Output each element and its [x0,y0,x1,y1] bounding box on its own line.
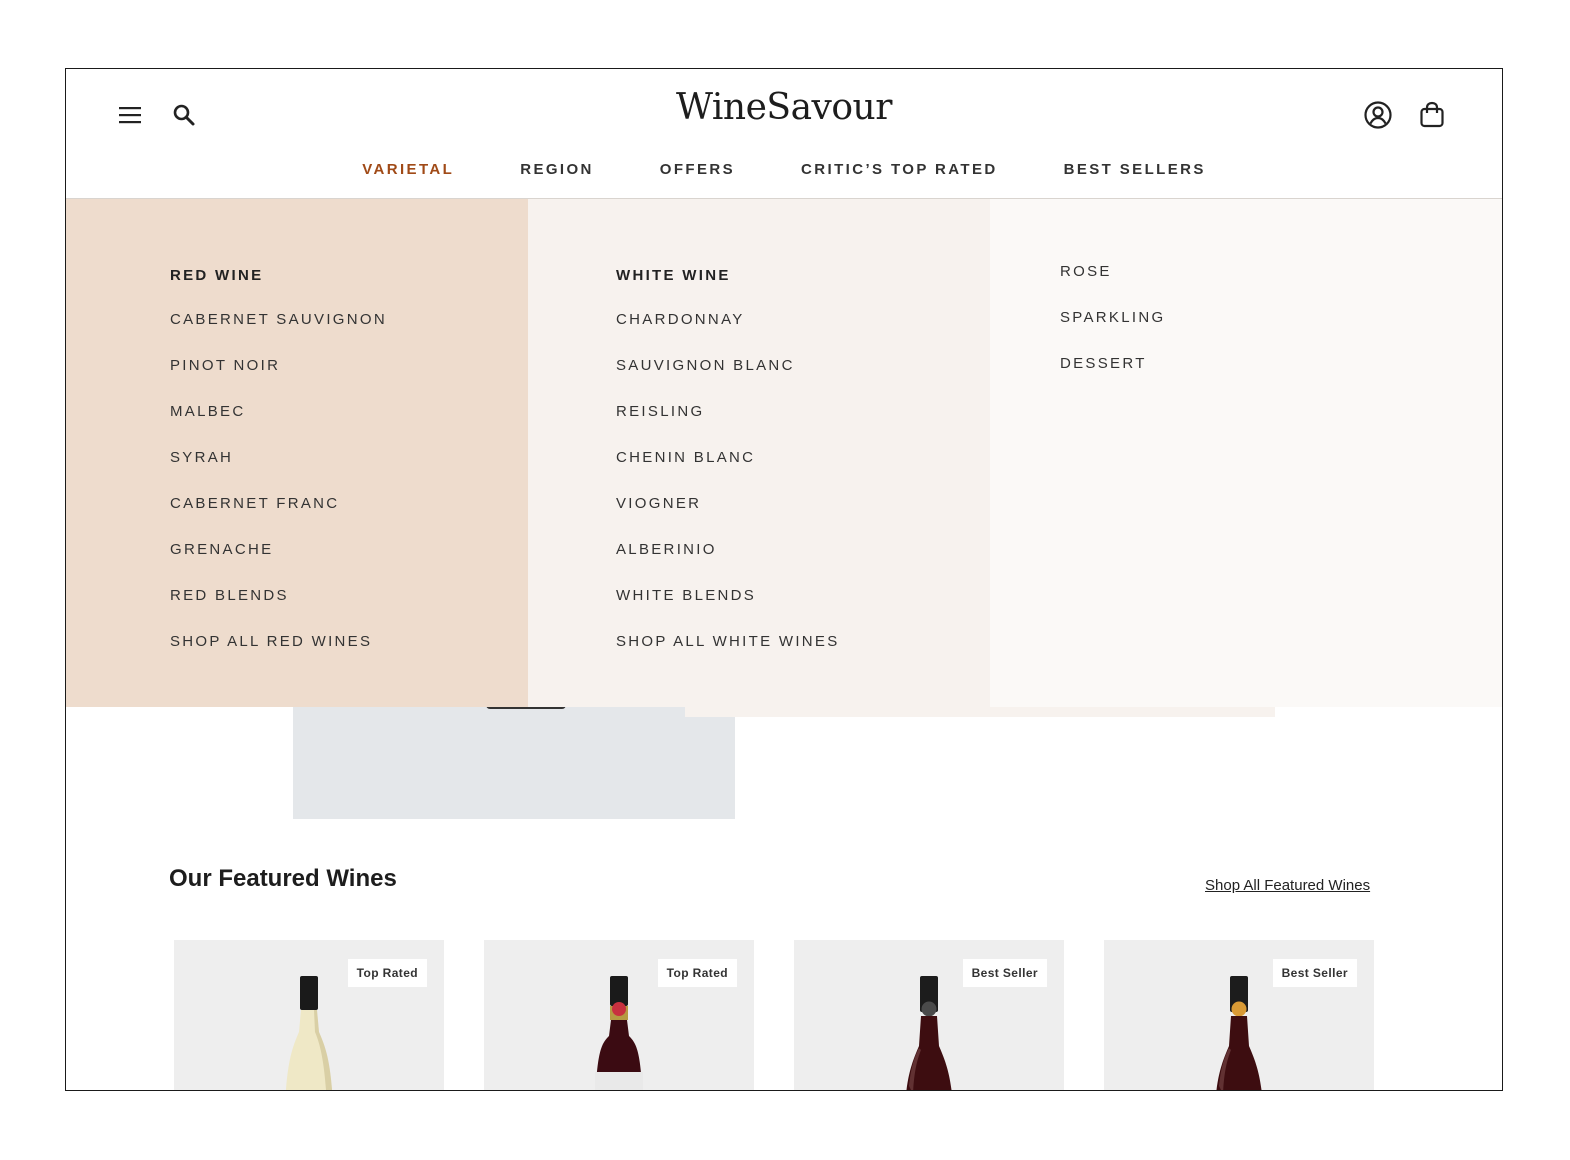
product-card[interactable]: Best Seller [794,940,1064,1090]
other-wine-list: ROSE SPARKLING DESSERT [1060,261,1165,399]
featured-wine-cards: Top Rated Top Rated Best Seller Best Sel… [174,940,1374,1090]
account-icon [1364,101,1392,129]
menu-item-sauvignon-blanc[interactable]: SAUVIGNON BLANC [616,355,840,401]
menu-item-shop-all-white[interactable]: SHOP ALL WHITE WINES [616,631,840,677]
red-wine-bottle-icon [1216,976,1262,1090]
nav-item-region[interactable]: REGION [487,161,627,178]
red-wine-bottle-icon [595,976,643,1090]
browser-frame: WineSavour VARIETAL REGION OFFERS CRITIC… [65,68,1503,1091]
site-header: WineSavour VARIETAL REGION OFFERS CRITIC… [66,69,1502,199]
menu-item-cabernet-franc[interactable]: CABERNET FRANC [170,493,387,539]
account-button[interactable] [1362,99,1394,131]
featured-wines-title: Our Featured Wines [169,865,397,892]
menu-item-reisling[interactable]: REISLING [616,401,840,447]
bag-button[interactable] [1416,99,1448,131]
menu-item-malbec[interactable]: MALBEC [170,401,387,447]
menu-item-red-blends[interactable]: RED BLENDS [170,585,387,631]
other-wine-column: ROSE SPARKLING DESSERT [990,199,1502,707]
white-wine-column: WHITE WINE CHARDONNAY SAUVIGNON BLANC RE… [528,199,990,707]
red-wine-column: RED WINE CABERNET SAUVIGNON PINOT NOIR M… [66,199,528,707]
product-badge: Best Seller [1272,959,1357,987]
nav-item-offers[interactable]: OFFERS [627,161,768,178]
menu-item-chenin-blanc[interactable]: CHENIN BLANC [616,447,840,493]
bag-icon [1420,101,1444,128]
product-badge: Top Rated [347,959,427,987]
nav-item-varietal[interactable]: VARIETAL [329,161,487,178]
menu-item-dessert[interactable]: DESSERT [1060,353,1165,399]
menu-item-shop-all-red[interactable]: SHOP ALL RED WINES [170,631,387,677]
menu-item-viogner[interactable]: VIOGNER [616,493,840,539]
nav-item-critics-top-rated[interactable]: CRITIC’S TOP RATED [768,161,1031,178]
menu-item-grenache[interactable]: GRENACHE [170,539,387,585]
menu-item-pinot-noir[interactable]: PINOT NOIR [170,355,387,401]
menu-item-cabernet-sauvignon[interactable]: CABERNET SAUVIGNON [170,309,387,355]
white-wine-heading[interactable]: WHITE WINE [616,265,840,309]
red-wine-heading[interactable]: RED WINE [170,265,387,309]
menu-item-white-blends[interactable]: WHITE BLENDS [616,585,840,631]
product-card[interactable]: Best Seller [1104,940,1374,1090]
white-wine-bottle-icon [285,976,333,1090]
product-card[interactable]: Top Rated [484,940,754,1090]
main-nav: VARIETAL REGION OFFERS CRITIC’S TOP RATE… [66,161,1502,178]
menu-item-sparkling[interactable]: SPARKLING [1060,307,1165,353]
nav-item-best-sellers[interactable]: BEST SELLERS [1031,161,1239,178]
site-logo[interactable]: WineSavour [66,87,1502,128]
product-card[interactable]: Top Rated [174,940,444,1090]
menu-item-chardonnay[interactable]: CHARDONNAY [616,309,840,355]
red-wine-list: RED WINE CABERNET SAUVIGNON PINOT NOIR M… [170,265,387,677]
varietal-mega-menu: RED WINE CABERNET SAUVIGNON PINOT NOIR M… [66,199,1502,707]
hero-image [293,707,735,819]
hero-panel-edge [685,707,1275,717]
red-wine-bottle-icon [906,976,952,1090]
product-badge: Best Seller [962,959,1047,987]
product-badge: Top Rated [657,959,737,987]
menu-item-syrah[interactable]: SYRAH [170,447,387,493]
menu-item-alberinio[interactable]: ALBERINIO [616,539,840,585]
white-wine-list: WHITE WINE CHARDONNAY SAUVIGNON BLANC RE… [616,265,840,677]
shop-all-featured-link[interactable]: Shop All Featured Wines [1205,877,1370,894]
menu-item-rose[interactable]: ROSE [1060,261,1165,307]
